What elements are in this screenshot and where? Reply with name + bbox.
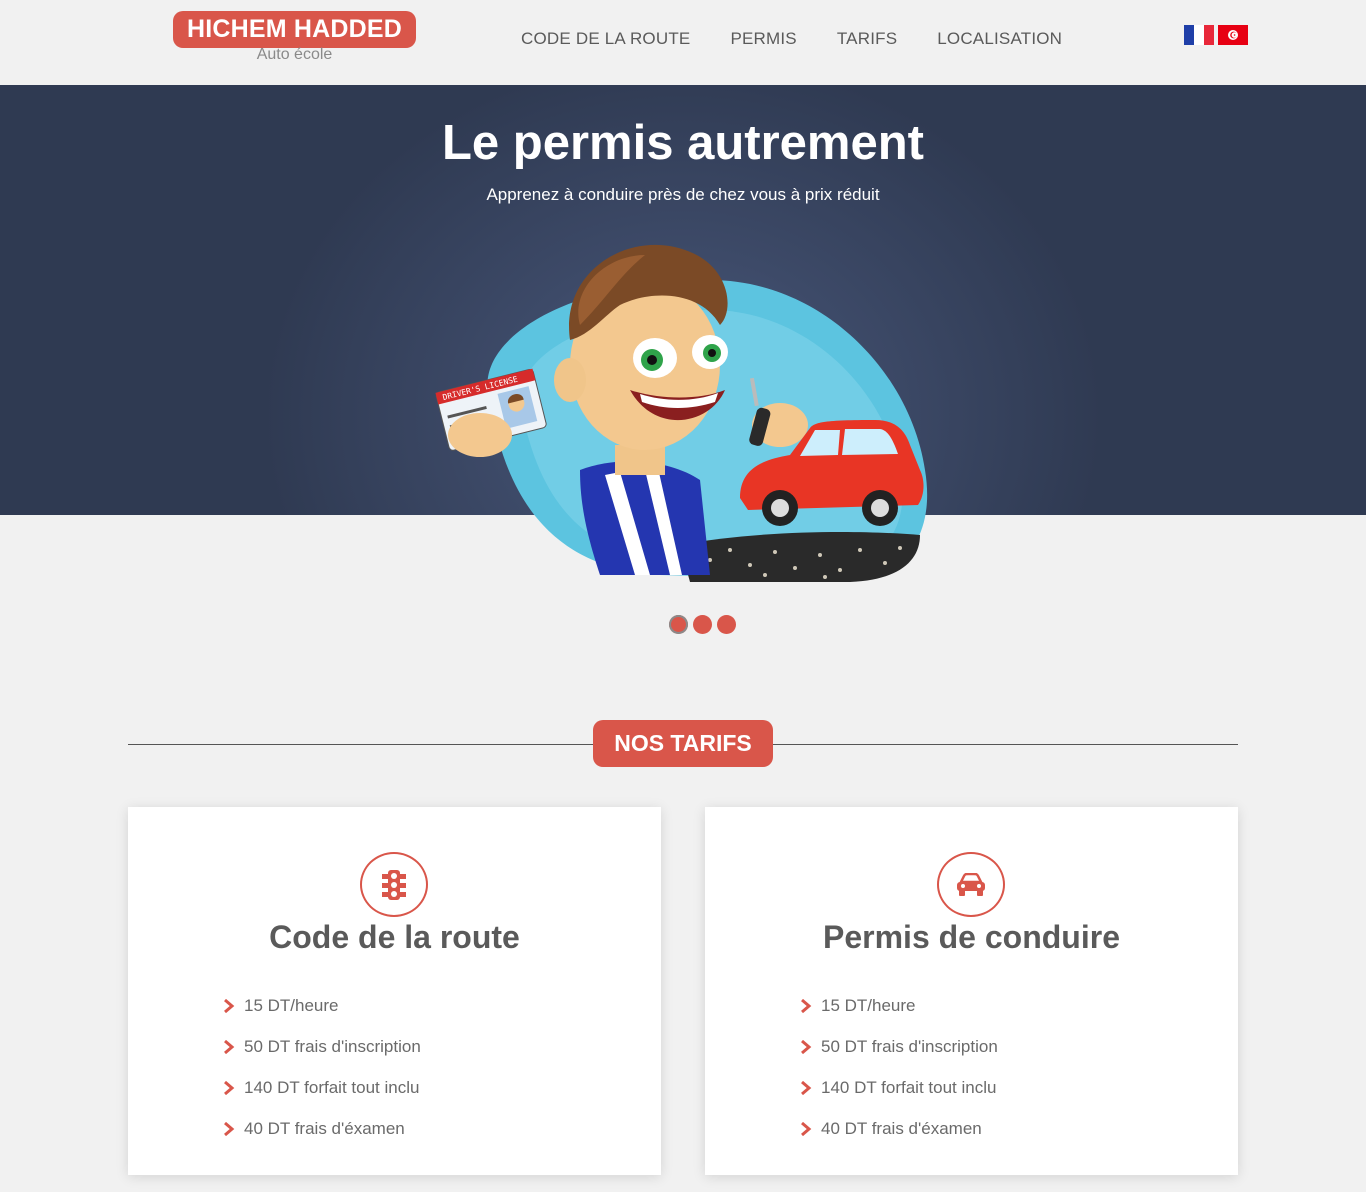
traffic-light-icon bbox=[360, 852, 428, 917]
hero-title: Le permis autrement bbox=[442, 116, 924, 170]
card-title: Code de la route bbox=[269, 919, 520, 955]
price-item-text: 40 DT frais d'éxamen bbox=[244, 1118, 405, 1138]
chevron-right-icon bbox=[801, 1039, 812, 1054]
chevron-right-icon bbox=[224, 1080, 235, 1095]
list-item: 40 DT frais d'éxamen bbox=[800, 1108, 998, 1149]
tunisian-flag-icon[interactable] bbox=[1218, 25, 1248, 45]
list-item: 50 DT frais d'inscription bbox=[800, 1026, 998, 1067]
chevron-right-icon bbox=[224, 998, 235, 1013]
list-item: 15 DT/heure bbox=[223, 985, 421, 1026]
carousel-indicators bbox=[669, 615, 736, 634]
carousel-dot-1[interactable] bbox=[669, 615, 688, 634]
logo[interactable]: HICHEM HADDED Auto école bbox=[173, 11, 416, 64]
nav-tarifs[interactable]: TARIFS bbox=[837, 29, 897, 49]
price-item-text: 15 DT/heure bbox=[244, 995, 339, 1015]
price-item-text: 50 DT frais d'inscription bbox=[821, 1036, 998, 1056]
nav-code-de-la-route[interactable]: CODE DE LA ROUTE bbox=[521, 29, 690, 49]
price-list: 15 DT/heure 50 DT frais d'inscription 14… bbox=[800, 985, 998, 1149]
list-item: 50 DT frais d'inscription bbox=[223, 1026, 421, 1067]
hero-subtitle: Apprenez à conduire près de chez vous à … bbox=[486, 185, 880, 204]
chevron-right-icon bbox=[801, 998, 812, 1013]
carousel-dot-2[interactable] bbox=[693, 615, 712, 634]
chevron-right-icon bbox=[224, 1039, 235, 1054]
french-flag-icon[interactable] bbox=[1184, 25, 1214, 45]
header: HICHEM HADDED Auto école CODE DE LA ROUT… bbox=[0, 0, 1366, 85]
price-list: 15 DT/heure 50 DT frais d'inscription 14… bbox=[223, 985, 421, 1149]
car-icon bbox=[937, 852, 1005, 917]
carousel-dot-3[interactable] bbox=[717, 615, 736, 634]
pricing-card-code: Code de la route 15 DT/heure 50 DT frais… bbox=[128, 807, 661, 1175]
driver-license-illustration: DRIVER'S LICENSE bbox=[435, 244, 928, 582]
section-title: NOS TARIFS bbox=[593, 720, 773, 767]
pricing-card-permis: Permis de conduire 15 DT/heure 50 DT fra… bbox=[705, 807, 1238, 1175]
chevron-right-icon bbox=[801, 1080, 812, 1095]
nav-permis[interactable]: PERMIS bbox=[730, 29, 796, 49]
list-item: 40 DT frais d'éxamen bbox=[223, 1108, 421, 1149]
chevron-right-icon bbox=[801, 1121, 812, 1136]
price-item-text: 15 DT/heure bbox=[821, 995, 916, 1015]
list-item: 140 DT forfait tout inclu bbox=[223, 1067, 421, 1108]
main-nav: CODE DE LA ROUTE PERMIS TARIFS LOCALISAT… bbox=[521, 29, 1062, 49]
language-switcher bbox=[1184, 25, 1248, 45]
logo-subtitle: Auto école bbox=[256, 46, 333, 63]
price-item-text: 40 DT frais d'éxamen bbox=[821, 1118, 982, 1138]
list-item: 140 DT forfait tout inclu bbox=[800, 1067, 998, 1108]
price-item-text: 140 DT forfait tout inclu bbox=[244, 1077, 420, 1097]
nav-localisation[interactable]: LOCALISATION bbox=[937, 29, 1062, 49]
logo-title[interactable]: HICHEM HADDED bbox=[173, 11, 416, 48]
list-item: 15 DT/heure bbox=[800, 985, 998, 1026]
price-item-text: 140 DT forfait tout inclu bbox=[821, 1077, 997, 1097]
chevron-right-icon bbox=[224, 1121, 235, 1136]
card-title: Permis de conduire bbox=[823, 919, 1120, 955]
price-item-text: 50 DT frais d'inscription bbox=[244, 1036, 421, 1056]
